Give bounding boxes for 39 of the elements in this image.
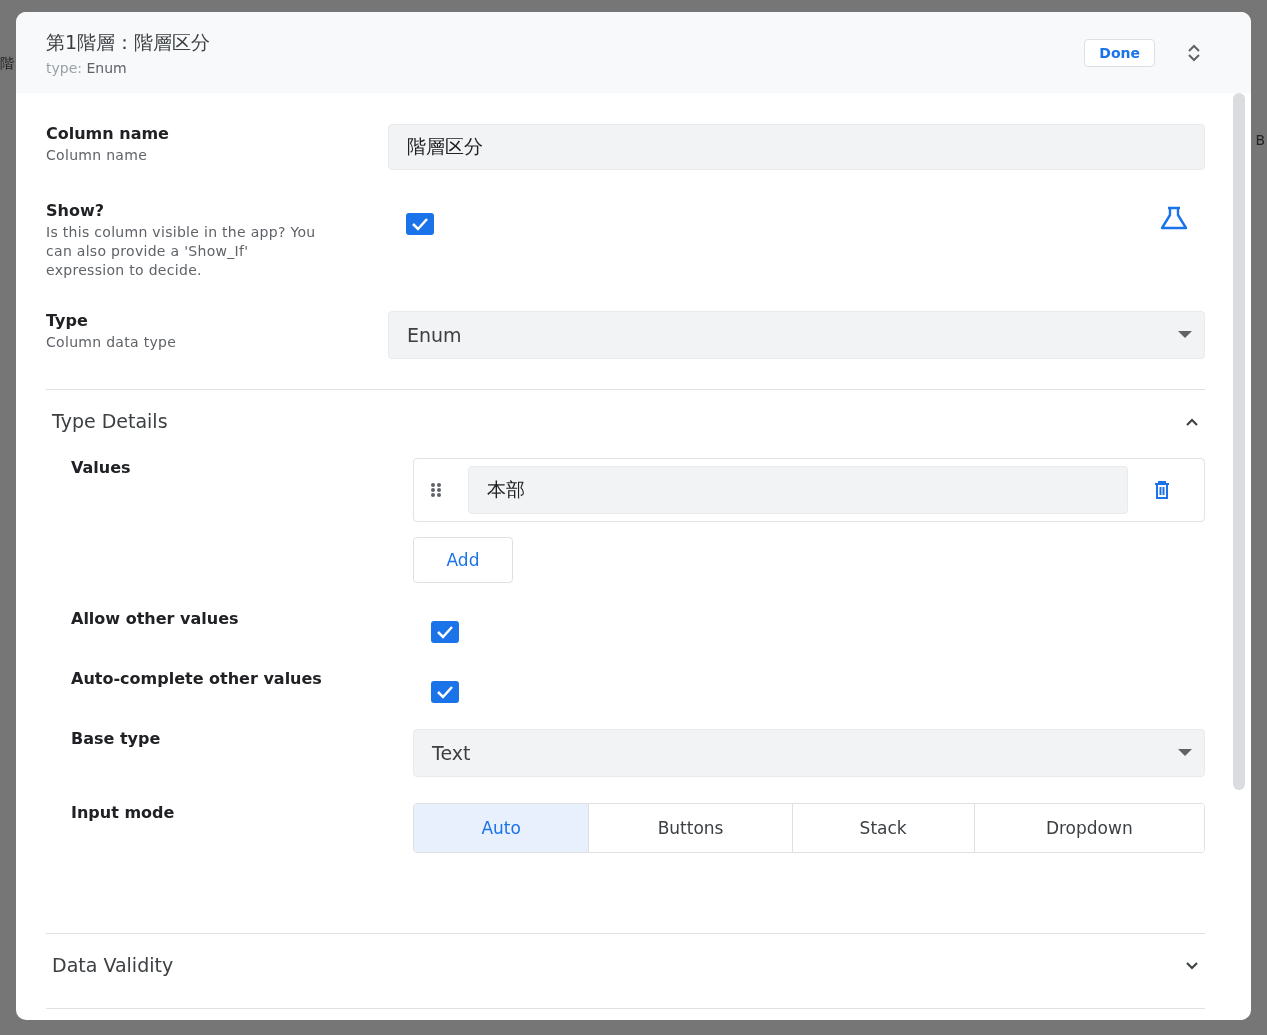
field-description: Is this column visible in the app? You can also provide a 'Show_If' expression to decide. [46,223,317,280]
field-label: Allow other values [71,609,240,628]
checkbox[interactable] [406,213,434,235]
field-label: Input mode [71,803,176,822]
field-label: Type [46,311,89,330]
section-title[interactable]: Data Validity [52,954,174,976]
add-button[interactable]: Add [413,537,513,583]
field-label: Column name [46,124,170,143]
field-label: Auto-complete other values [71,669,323,688]
chevron-icon[interactable] [1185,960,1199,970]
background-text: 階 [0,55,14,73]
value-field[interactable]: 本部 [468,466,1128,514]
check-icon [436,685,454,699]
caret-icon [1178,331,1192,339]
check-icon [411,217,429,231]
expand-collapse-icon[interactable] [1187,43,1201,62]
dropdown-field[interactable]: Text [413,729,1205,777]
field-label: Base type [71,729,162,748]
dialog-title: 第1階層：階層区分 [46,29,212,55]
field-label: Show? [46,201,105,220]
caret-icon [1178,749,1192,757]
type-subtitle: type: Enum [46,59,128,76]
dropdown-field[interactable]: Enum [388,311,1205,359]
background-text: B [1255,132,1265,148]
delete-icon[interactable] [1154,481,1170,499]
field-description: Column data type [46,333,178,352]
field-description: Column name [46,146,149,165]
flask-icon[interactable] [1159,206,1189,230]
segment-button[interactable]: Auto [414,804,590,852]
field-label: Values [71,458,132,477]
chevron-icon[interactable] [1185,416,1199,426]
section-title[interactable]: Type Details [52,410,168,432]
done-button[interactable]: Done [1084,38,1155,67]
drag-handle-icon[interactable] [430,482,442,498]
text-field[interactable]: 階層区分 [388,124,1205,170]
check-icon [436,625,454,639]
scrollbar-thumb[interactable] [1233,93,1245,790]
checkbox[interactable] [431,681,459,703]
checkbox[interactable] [431,621,459,643]
